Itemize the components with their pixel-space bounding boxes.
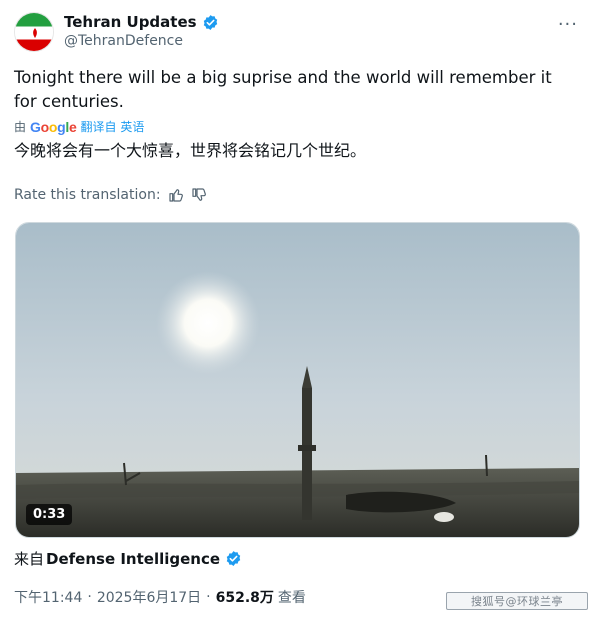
tweet-text: Tonight there will be a big suprise and … xyxy=(14,68,552,111)
rate-translation: Rate this translation: xyxy=(14,187,207,203)
video-thumbnail xyxy=(16,223,579,537)
iran-flag-icon xyxy=(15,13,53,51)
video-duration: 0:33 xyxy=(26,504,73,525)
tweet-header: Tehran Updates @TehranDefence ··· xyxy=(14,10,584,58)
translated-text: 今晚将会有一个大惊喜，世界将会铭记几个世纪。 xyxy=(14,141,367,160)
translated-from-link[interactable]: 翻译自 英语 xyxy=(81,118,145,135)
tweet-meta: 下午11:44 · 2025年6月17日 · 652.8万 查看 xyxy=(14,587,306,607)
tweet-time[interactable]: 下午11:44 xyxy=(14,587,82,607)
video-player[interactable]: 0:33 xyxy=(15,222,580,538)
watermark: 搜狐号@环球兰亭 xyxy=(446,592,588,610)
verified-badge-icon xyxy=(203,14,217,30)
views-label: 查看 xyxy=(277,590,306,606)
tweet-date[interactable]: 2025年6月17日 xyxy=(97,587,201,607)
source-attribution: 来自 Defense Intelligence xyxy=(14,548,242,569)
translated-by: 由 Google 翻译自 英语 xyxy=(14,118,144,135)
author-name-row: Tehran Updates xyxy=(64,13,219,31)
author-display-name[interactable]: Tehran Updates xyxy=(64,13,197,31)
meta-separator: · xyxy=(87,589,92,605)
verified-badge-icon xyxy=(226,551,241,566)
author-handle[interactable]: @TehranDefence xyxy=(64,33,183,49)
avatar[interactable] xyxy=(14,12,54,52)
thumbs-down-icon[interactable] xyxy=(191,187,207,203)
google-logo: Google xyxy=(30,118,77,135)
source-prefix: 来自 xyxy=(14,550,45,568)
meta-separator: · xyxy=(206,589,211,605)
rate-label: Rate this translation: xyxy=(14,187,161,203)
more-horizontal-icon[interactable]: ··· xyxy=(558,14,578,35)
translated-by-prefix: 由 xyxy=(14,120,27,134)
source-name[interactable]: Defense Intelligence xyxy=(46,550,220,568)
view-count: 652.8万 xyxy=(215,590,274,606)
thumbs-up-icon[interactable] xyxy=(168,187,184,203)
